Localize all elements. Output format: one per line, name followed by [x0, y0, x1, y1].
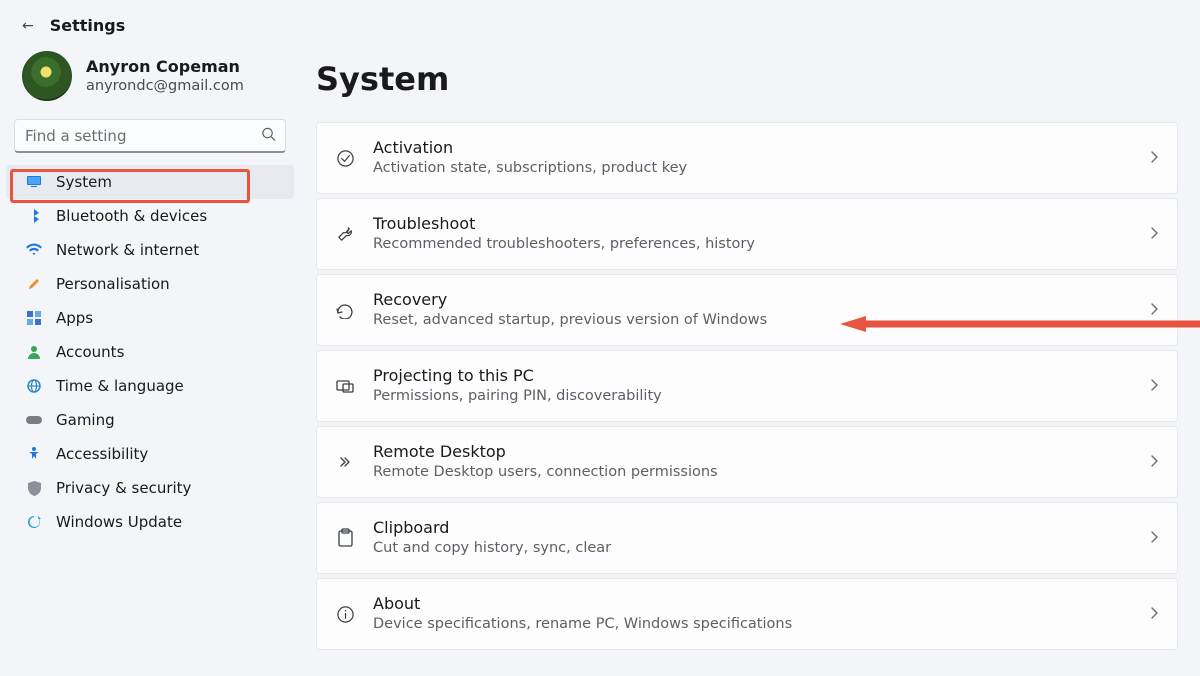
chevron-right-icon	[1149, 301, 1159, 320]
settings-item-title: Remote Desktop	[373, 442, 1137, 462]
settings-item-subtitle: Activation state, subscriptions, product…	[373, 158, 1137, 178]
search-input[interactable]	[14, 119, 286, 153]
nav-item-label: Apps	[56, 309, 93, 327]
settings-item-title: Clipboard	[373, 518, 1137, 538]
nav-item-bluetooth[interactable]: Bluetooth & devices	[6, 199, 294, 233]
sidebar: ← Settings Anyron Copeman anyrondc@gmail…	[0, 0, 300, 676]
settings-item-title: Projecting to this PC	[373, 366, 1137, 386]
accessibility-icon	[26, 446, 42, 462]
nav-item-label: Gaming	[56, 411, 115, 429]
wrench-icon	[335, 224, 355, 244]
clipboard-icon	[335, 528, 355, 548]
update-icon	[26, 514, 42, 530]
chevron-right-icon	[1149, 453, 1159, 472]
main-panel: System ActivationActivation state, subsc…	[316, 0, 1200, 650]
settings-item-about[interactable]: AboutDevice specifications, rename PC, W…	[316, 578, 1178, 650]
settings-item-remote[interactable]: Remote DesktopRemote Desktop users, conn…	[316, 426, 1178, 498]
project-icon	[335, 376, 355, 396]
nav-item-accessibility[interactable]: Accessibility	[6, 437, 294, 471]
settings-item-clipboard[interactable]: ClipboardCut and copy history, sync, cle…	[316, 502, 1178, 574]
settings-item-projecting[interactable]: Projecting to this PCPermissions, pairin…	[316, 350, 1178, 422]
back-button[interactable]: ←	[22, 18, 34, 34]
nav-item-update[interactable]: Windows Update	[6, 505, 294, 539]
nav-item-label: Time & language	[56, 377, 184, 395]
nav-item-label: Windows Update	[56, 513, 182, 531]
chevron-right-icon	[1149, 377, 1159, 396]
settings-item-activation[interactable]: ActivationActivation state, subscription…	[316, 122, 1178, 194]
nav-item-label: Privacy & security	[56, 479, 191, 497]
nav-item-label: Accessibility	[56, 445, 148, 463]
settings-item-subtitle: Device specifications, rename PC, Window…	[373, 614, 1137, 634]
settings-list: ActivationActivation state, subscription…	[316, 122, 1178, 650]
nav-list: System Bluetooth & devices Network & inter…	[0, 163, 300, 539]
nav-item-apps[interactable]: Apps	[6, 301, 294, 335]
bluetooth-icon	[26, 208, 42, 224]
remote-icon	[335, 452, 355, 472]
shield-icon	[26, 480, 42, 496]
apps-icon	[26, 310, 42, 326]
nav-item-label: Personalisation	[56, 275, 170, 293]
settings-item-subtitle: Permissions, pairing PIN, discoverabilit…	[373, 386, 1137, 406]
user-email: anyrondc@gmail.com	[86, 77, 244, 95]
app-title: Settings	[50, 16, 126, 35]
settings-item-title: Activation	[373, 138, 1137, 158]
chevron-right-icon	[1149, 225, 1159, 244]
nav-item-accounts[interactable]: Accounts	[6, 335, 294, 369]
nav-item-gaming[interactable]: Gaming	[6, 403, 294, 437]
chevron-right-icon	[1149, 149, 1159, 168]
check-circle-icon	[335, 148, 355, 168]
nav-item-label: Network & internet	[56, 241, 199, 259]
chevron-right-icon	[1149, 529, 1159, 548]
settings-item-title: Recovery	[373, 290, 1137, 310]
nav-item-label: Bluetooth & devices	[56, 207, 207, 225]
person-icon	[26, 344, 42, 360]
settings-item-troubleshoot[interactable]: TroubleshootRecommended troubleshooters,…	[316, 198, 1178, 270]
brush-icon	[26, 276, 42, 292]
monitor-icon	[26, 174, 42, 190]
nav-item-label: Accounts	[56, 343, 124, 361]
info-icon	[335, 604, 355, 624]
recovery-icon	[335, 300, 355, 320]
avatar	[22, 51, 72, 101]
search-wrap	[14, 119, 286, 153]
settings-item-subtitle: Remote Desktop users, connection permiss…	[373, 462, 1137, 482]
nav-item-system[interactable]: System	[6, 165, 294, 199]
nav-item-personalisation[interactable]: Personalisation	[6, 267, 294, 301]
nav-item-network[interactable]: Network & internet	[6, 233, 294, 267]
page-title: System	[316, 60, 1178, 98]
user-block[interactable]: Anyron Copeman anyrondc@gmail.com	[0, 47, 300, 115]
settings-item-title: Troubleshoot	[373, 214, 1137, 234]
settings-item-subtitle: Reset, advanced startup, previous versio…	[373, 310, 1137, 330]
nav-item-label: System	[56, 173, 112, 191]
user-name: Anyron Copeman	[86, 57, 244, 77]
settings-item-subtitle: Cut and copy history, sync, clear	[373, 538, 1137, 558]
globe-icon	[26, 378, 42, 394]
chevron-right-icon	[1149, 605, 1159, 624]
nav-item-time[interactable]: Time & language	[6, 369, 294, 403]
gamepad-icon	[26, 412, 42, 428]
settings-item-title: About	[373, 594, 1137, 614]
wifi-icon	[26, 242, 42, 258]
settings-item-recovery[interactable]: RecoveryReset, advanced startup, previou…	[316, 274, 1178, 346]
settings-item-subtitle: Recommended troubleshooters, preferences…	[373, 234, 1137, 254]
nav-item-privacy[interactable]: Privacy & security	[6, 471, 294, 505]
